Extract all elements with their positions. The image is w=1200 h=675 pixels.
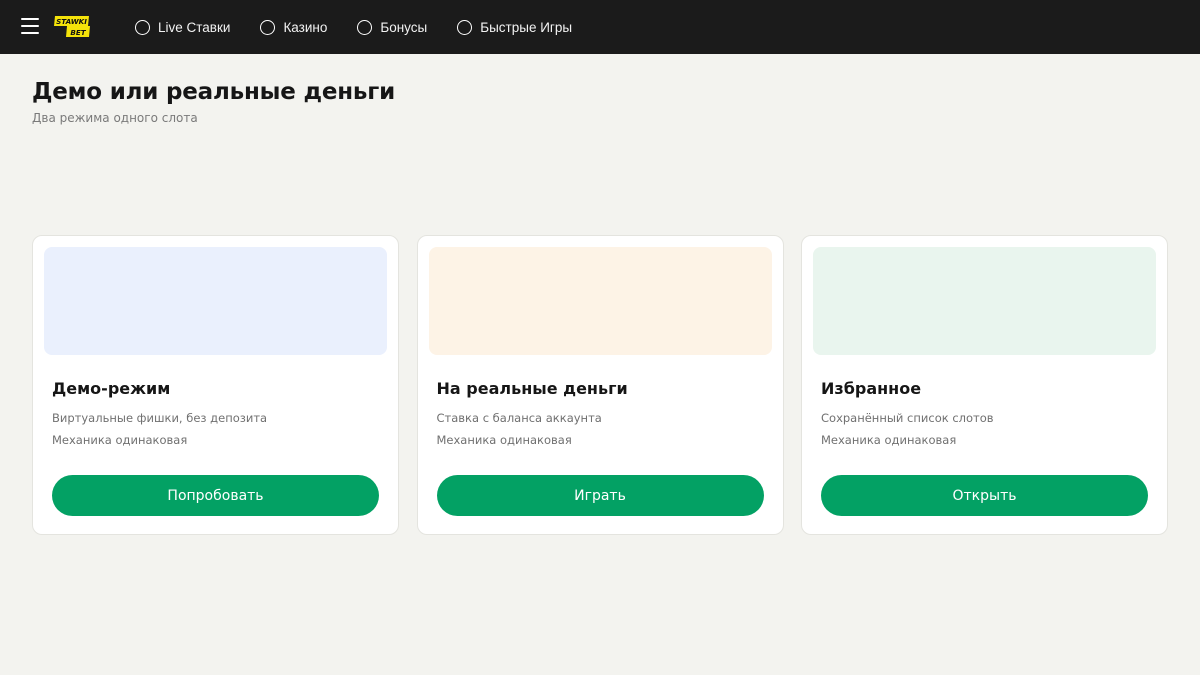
circle-icon [457, 19, 473, 35]
nav-item-fast-games[interactable]: Быстрые Игры [457, 19, 573, 35]
page-heading: Демо или реальные деньги Два режима одно… [32, 79, 395, 125]
mode-cards: Демо-режим Виртуальные фишки, без депози… [32, 235, 1168, 535]
card-demo-mode: Демо-режим Виртуальные фишки, без депози… [32, 235, 399, 535]
card-favorites: Избранное Сохранённый список слотов Меха… [801, 235, 1168, 535]
card-banner [428, 247, 772, 355]
nav-item-casino[interactable]: Казино [260, 19, 328, 35]
card-description: Сохранённый список слотов [821, 411, 994, 425]
card-description: Виртуальные фишки, без депозита [52, 411, 268, 425]
circle-icon [357, 19, 373, 35]
card-real-money: На реальные деньги Ставка с баланса акка… [416, 235, 784, 535]
card-banner [44, 247, 387, 355]
nav-item-bonuses[interactable]: Бонусы [357, 19, 428, 35]
card-banner [813, 247, 1156, 355]
top-bar: STAWKI BET Live Ставки Казино Бонусы Быс… [0, 0, 1200, 54]
main-nav: Live Ставки Казино Бонусы Быстрые Игры [135, 0, 572, 54]
logo-text-top: STAWKI [56, 17, 87, 26]
card-description: Ставка с баланса аккаунта [436, 411, 602, 425]
logo-text-bottom: BET [70, 28, 86, 37]
hamburger-icon[interactable] [21, 17, 39, 35]
nav-label: Live Ставки [158, 19, 231, 35]
page-title: Демо или реальные деньги [32, 79, 395, 105]
nav-label: Бонусы [380, 19, 428, 35]
hamburger-line [21, 25, 39, 27]
page-subtitle: Два режима одного слота [32, 111, 198, 125]
card-note: Механика одинаковая [436, 433, 572, 447]
card-note: Механика одинаковая [821, 433, 957, 447]
brand-logo[interactable]: STAWKI BET [53, 15, 91, 38]
nav-label: Казино [283, 19, 328, 35]
logo-icon: STAWKI BET [54, 16, 90, 37]
circle-icon [135, 19, 150, 35]
open-button[interactable]: Открыть [821, 475, 1148, 516]
card-title: Избранное [821, 379, 922, 398]
play-button[interactable]: Играть [436, 475, 764, 516]
try-button[interactable]: Попробовать [52, 475, 379, 516]
card-title: Демо-режим [52, 379, 171, 398]
hamburger-line [21, 18, 39, 20]
hamburger-line [21, 32, 39, 34]
circle-icon [260, 19, 276, 35]
card-note: Механика одинаковая [52, 433, 188, 447]
nav-item-live-bets[interactable]: Live Ставки [135, 19, 231, 35]
nav-label: Быстрые Игры [480, 19, 573, 35]
card-title: На реальные деньги [436, 379, 628, 398]
